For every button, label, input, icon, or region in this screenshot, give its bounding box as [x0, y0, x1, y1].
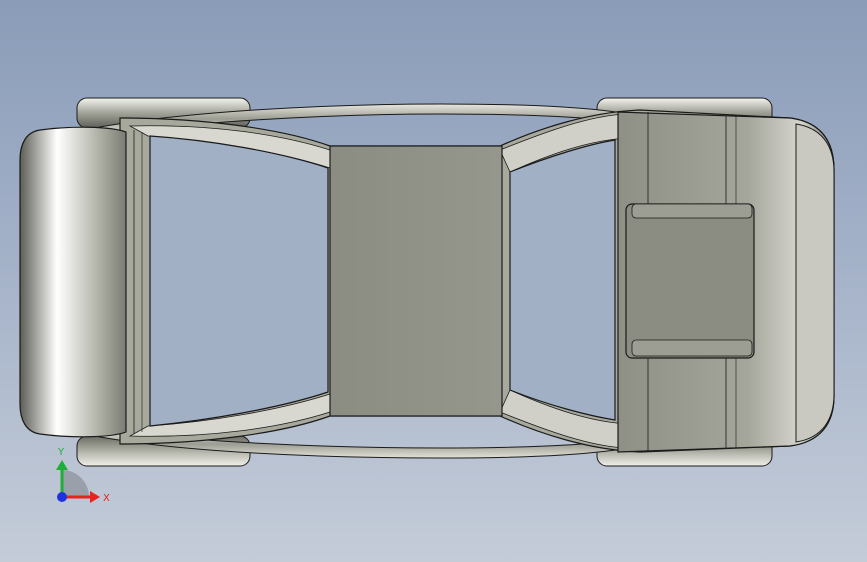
z-axis-dot-icon	[57, 492, 67, 502]
y-axis-label: Y	[57, 447, 65, 458]
triad-quarter-disc	[62, 470, 89, 497]
y-axis-arrow-icon	[56, 460, 68, 470]
rear-end-cap	[795, 123, 835, 443]
x-axis-label: X	[103, 493, 110, 504]
roof-panel	[329, 145, 503, 417]
car-model-top-view[interactable]: Y X	[0, 0, 867, 562]
trunk-lid	[625, 203, 755, 359]
front-bumper	[19, 126, 127, 438]
x-axis-arrow-icon	[90, 491, 100, 503]
front-windshield-opening	[149, 135, 329, 427]
rear-window-opening	[509, 139, 616, 421]
3d-viewport[interactable]: Y X	[0, 0, 867, 562]
